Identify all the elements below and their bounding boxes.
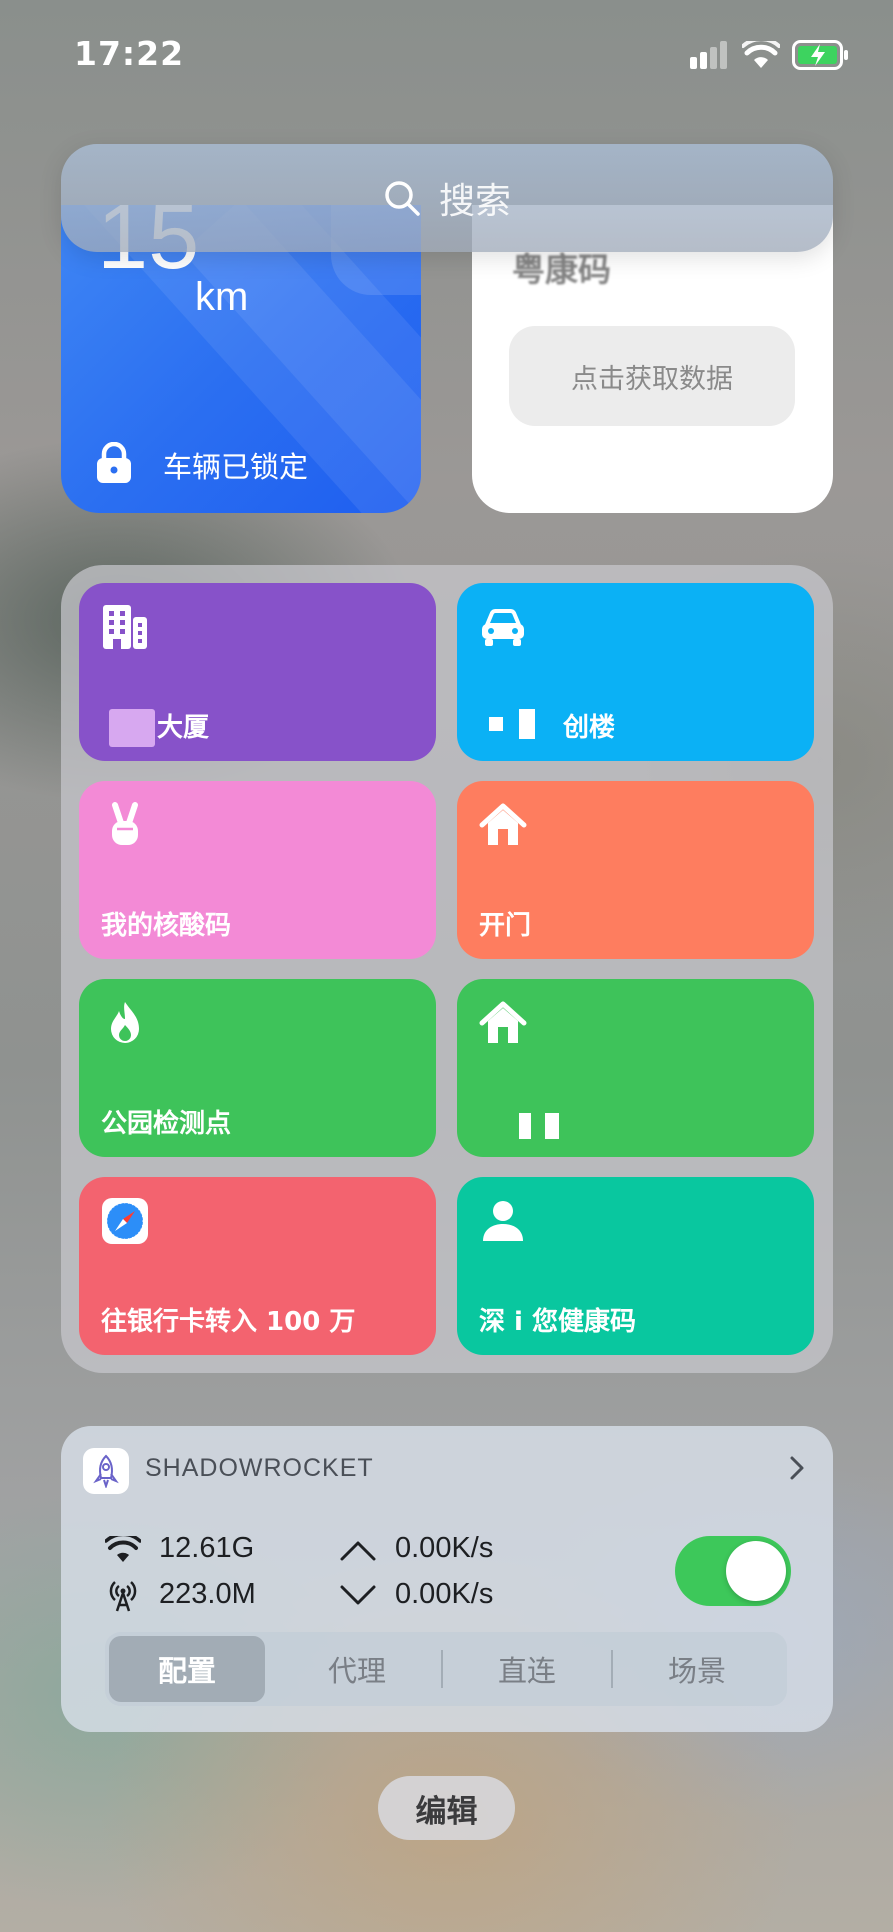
shortcut-park-test-site[interactable]: 公园检测点	[79, 979, 436, 1157]
redacted-block	[109, 709, 155, 747]
shortcut-building[interactable]: 大厦	[79, 583, 436, 761]
home-icon	[479, 1001, 527, 1043]
battery-charging-icon	[792, 40, 848, 70]
victory-hand-icon	[112, 802, 138, 845]
chevron-right-icon[interactable]	[787, 1450, 809, 1486]
segment-config[interactable]: 配置	[109, 1636, 265, 1702]
status-time: 17:22	[74, 34, 185, 73]
shortcut-bank-transfer[interactable]: 往银行卡转入 100 万	[79, 1177, 436, 1355]
search-placeholder: 搜索	[438, 181, 511, 222]
shortcut-home[interactable]	[457, 979, 814, 1157]
edit-button[interactable]: 编辑	[378, 1776, 515, 1840]
segment-scene[interactable]: 场景	[619, 1636, 775, 1702]
shortcut-label: 创楼	[563, 713, 616, 743]
redacted-block	[519, 1113, 531, 1139]
lock-icon	[97, 442, 131, 483]
flame-icon	[111, 1002, 139, 1043]
shortcut-nucleic-code[interactable]: 我的核酸码	[79, 781, 436, 959]
vehicle-lock-status: 车辆已锁定	[163, 450, 309, 484]
wifi-icon	[105, 1536, 141, 1562]
shadowrocket-title: SHADOWROCKET	[145, 1454, 374, 1482]
shortcut-label: 深 i 您健康码	[479, 1307, 637, 1337]
car-icon	[482, 608, 524, 646]
download-arrow-icon	[340, 1585, 376, 1605]
rocket-icon	[93, 1454, 119, 1488]
fetch-data-button[interactable]: 点击获取数据	[509, 326, 795, 426]
toggle-knob	[726, 1541, 786, 1601]
segment-direct[interactable]: 直连	[449, 1636, 605, 1702]
shortcut-label: 公园检测点	[101, 1109, 232, 1139]
shortcuts-widget: 大厦 创楼 我的核酸码 开门 公园检测点 往银行卡转入 100 万 深 i 您健…	[61, 565, 833, 1373]
shortcut-label: 往银行卡转入 100 万	[101, 1307, 356, 1337]
segment-divider	[441, 1650, 443, 1688]
wifi-icon	[742, 41, 780, 68]
cellular-traffic: 223.0M	[159, 1578, 256, 1610]
building-icon	[103, 605, 147, 649]
shortcut-building-2[interactable]: 创楼	[457, 583, 814, 761]
safari-compass-icon	[102, 1198, 148, 1244]
shadowrocket-widget: SHADOWROCKET 12.61G 223.0M 0.00K/s 0.00K…	[61, 1426, 833, 1732]
shortcut-label: 开门	[479, 911, 532, 941]
person-icon	[483, 1201, 523, 1241]
redacted-block	[545, 1113, 559, 1139]
vpn-toggle[interactable]	[675, 1536, 791, 1606]
search-bar[interactable]: 搜索	[61, 144, 833, 252]
distance-unit: km	[195, 275, 249, 319]
shortcut-label: 我的核酸码	[101, 911, 232, 941]
mode-segmented-control: 配置 代理 直连 场景	[105, 1632, 787, 1706]
download-speed: 0.00K/s	[395, 1578, 494, 1610]
wifi-traffic: 12.61G	[159, 1532, 255, 1564]
shortcut-label: 大厦	[157, 713, 210, 743]
cellular-antenna-icon	[109, 1581, 137, 1612]
search-icon	[385, 181, 420, 216]
segment-proxy[interactable]: 代理	[279, 1636, 435, 1702]
segment-divider	[611, 1650, 613, 1688]
status-icons	[690, 40, 850, 70]
upload-speed: 0.00K/s	[395, 1532, 494, 1564]
shortcut-open-door[interactable]: 开门	[457, 781, 814, 959]
upload-arrow-icon	[340, 1541, 376, 1561]
home-icon	[479, 803, 527, 845]
redacted-block	[519, 709, 535, 739]
redacted-block	[489, 717, 503, 731]
shortcut-shenzhen-health-code[interactable]: 深 i 您健康码	[457, 1177, 814, 1355]
cellular-signal-icon	[690, 41, 727, 69]
shadowrocket-logo	[83, 1448, 129, 1494]
